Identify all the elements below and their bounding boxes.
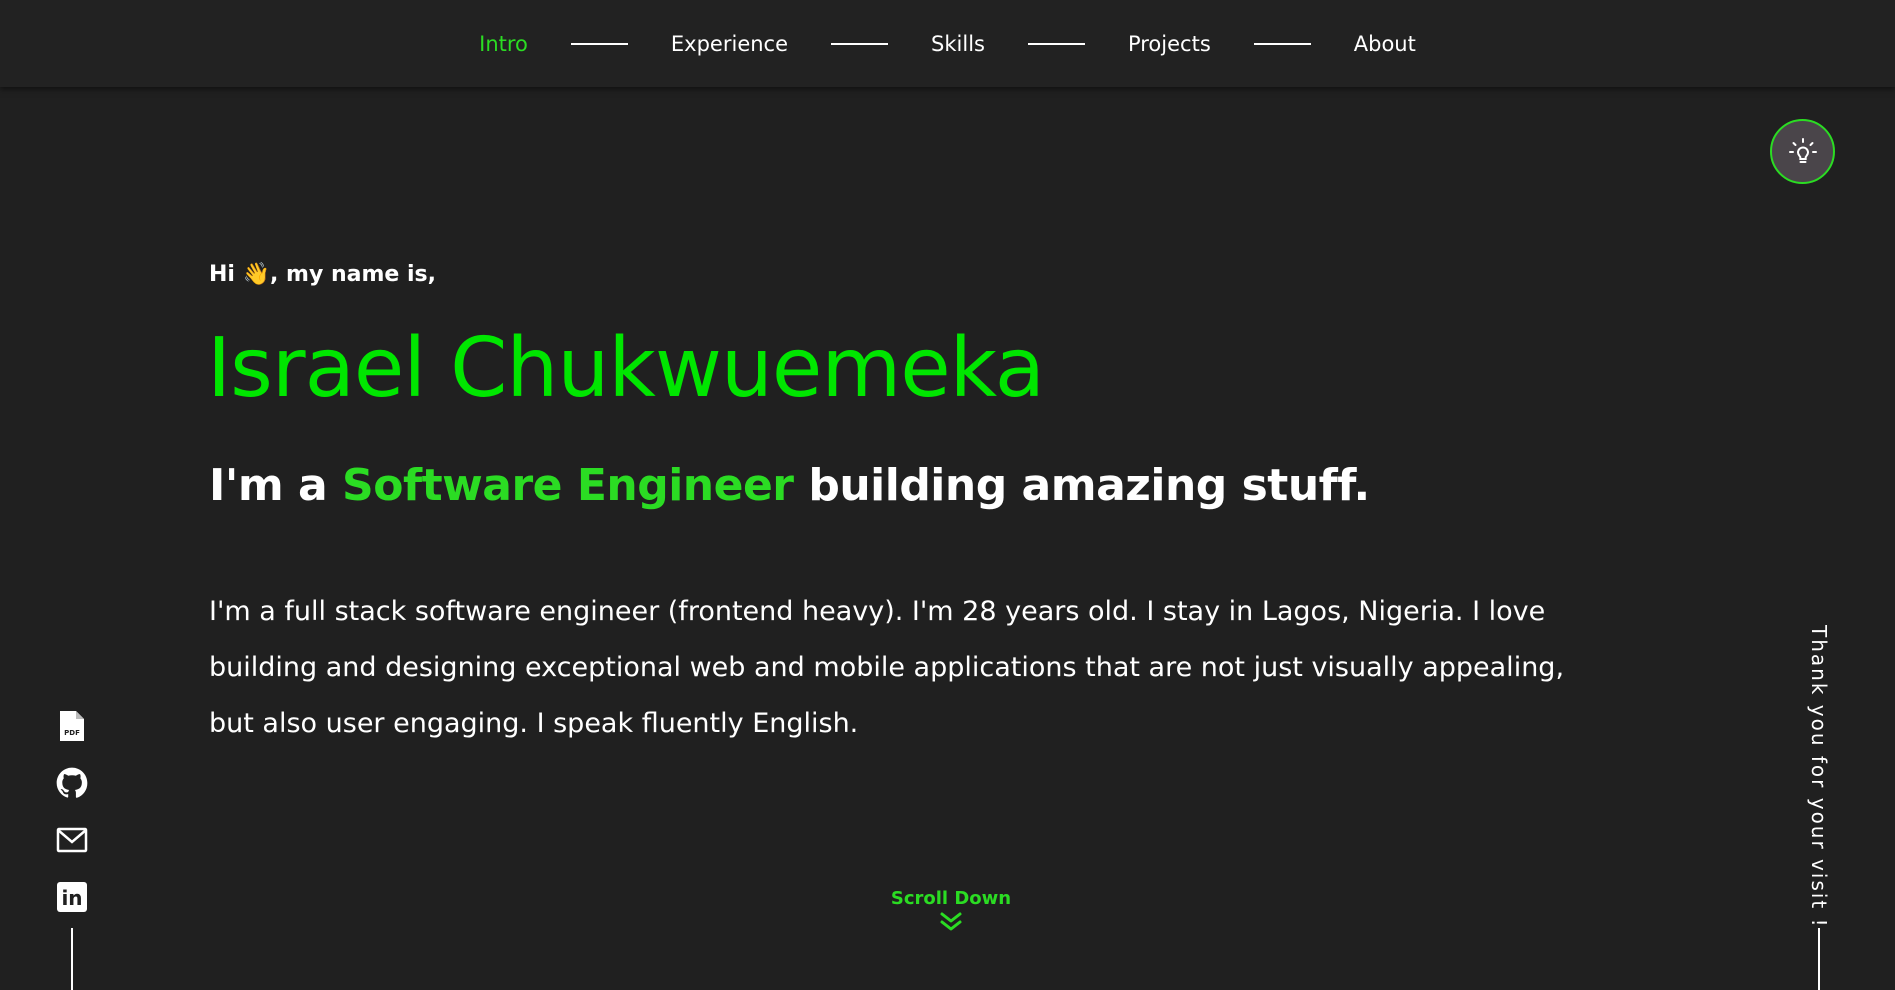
nav-separator (1253, 42, 1311, 45)
pdf-file-icon: PDF (60, 711, 84, 741)
nav-item-projects[interactable]: Projects (1128, 32, 1211, 56)
linkedin-link[interactable]: in (54, 879, 90, 915)
nav-item-experience[interactable]: Experience (671, 32, 788, 56)
nav-item-intro[interactable]: Intro (479, 32, 528, 56)
nav-item-skills[interactable]: Skills (931, 32, 985, 56)
tagline-role: Software Engineer (342, 460, 794, 511)
left-rail-line (71, 928, 73, 990)
scroll-down-button[interactable]: Scroll Down (851, 888, 1051, 933)
github-icon (56, 767, 88, 798)
greeting: Hi 👋, my name is, (209, 262, 436, 287)
mail-icon (56, 827, 88, 853)
nav-separator (1027, 42, 1085, 45)
github-link[interactable] (54, 765, 90, 801)
top-nav: Intro Experience Skills Projects About (0, 0, 1895, 87)
hero-name: Israel Chukwuemeka (207, 321, 1045, 416)
tagline-suffix: building amazing stuff. (808, 460, 1370, 511)
greeting-suffix: , my name is, (270, 262, 436, 287)
double-chevron-down-icon (940, 912, 962, 931)
resume-pdf-link[interactable]: PDF (54, 708, 90, 744)
svg-text:in: in (61, 886, 82, 910)
nav-item-about[interactable]: About (1354, 32, 1416, 56)
nav-separator (570, 42, 628, 45)
linkedin-icon: in (57, 882, 87, 912)
wave-emoji: 👋 (242, 262, 271, 287)
thank-you-text: Thank you for your visit ! (1807, 625, 1831, 929)
hero-bio: I'm a full stack software engineer (fron… (209, 596, 1565, 739)
hero-tagline: I'm a Software Engineer building amazing… (209, 460, 1370, 512)
social-links: PDF in (54, 708, 90, 936)
email-link[interactable] (54, 822, 90, 858)
scroll-down-label: Scroll Down (890, 888, 1012, 909)
nav-separator (831, 42, 889, 45)
svg-text:PDF: PDF (64, 729, 80, 737)
right-rail-line (1818, 928, 1820, 990)
greeting-prefix: Hi (209, 262, 235, 287)
theme-toggle-button[interactable] (1770, 119, 1835, 184)
lightbulb-icon (1788, 137, 1817, 163)
tagline-prefix: I'm a (209, 460, 328, 511)
